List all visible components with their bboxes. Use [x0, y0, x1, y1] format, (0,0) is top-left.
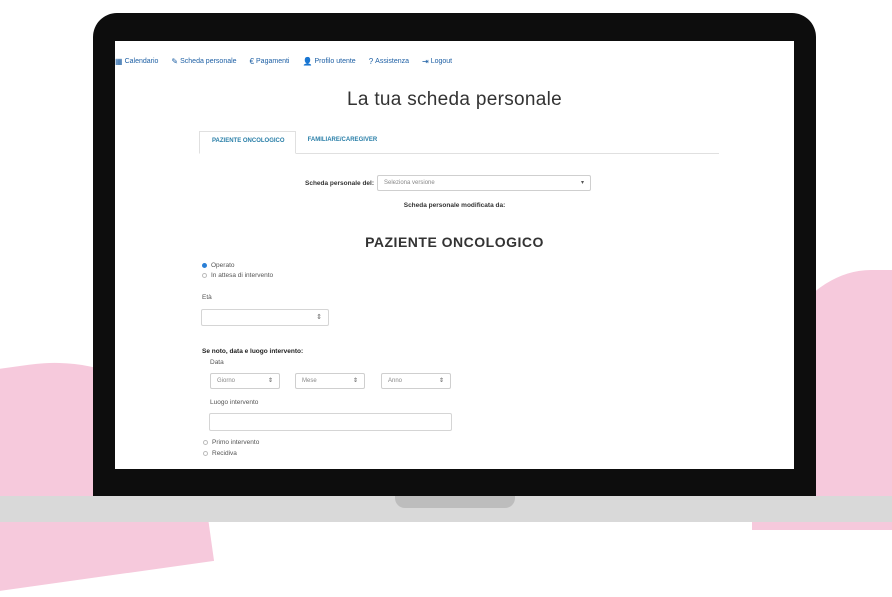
- version-label: Scheda personale del:: [305, 179, 374, 187]
- nav-item-scheda-personale[interactable]: ✎ Scheda personale: [171, 57, 236, 66]
- surgery-heading: Se noto, data e luogo intervento:: [202, 348, 304, 355]
- year-select-value: Anno: [388, 378, 403, 384]
- laptop-notch: [395, 496, 515, 508]
- stepper-icon: ⇕: [316, 314, 322, 321]
- chevron-down-icon: ▾: [580, 180, 584, 186]
- laptop-screen: ▦ Calendario ✎ Scheda personale € Pagame…: [115, 41, 794, 469]
- tab-familiare-caregiver[interactable]: FAMILIARE/CAREGIVER: [296, 131, 388, 153]
- stepper-icon: ⇕: [352, 378, 358, 384]
- stepper-icon: ⇕: [438, 378, 444, 384]
- nav-item-label: Profilo utente: [314, 58, 356, 65]
- nav-item-assistenza[interactable]: ? Assistenza: [369, 57, 409, 66]
- radio-unselected-icon: [203, 440, 208, 445]
- day-select[interactable]: Giorno ⇕: [210, 373, 280, 389]
- radio-label: Recidiva: [212, 450, 237, 457]
- radio-primo-intervento[interactable]: Primo intervento: [203, 439, 259, 446]
- question-icon: ?: [368, 57, 374, 66]
- user-icon: 👤: [302, 57, 313, 66]
- nav-item-label: Assistenza: [375, 58, 410, 65]
- radio-unselected-icon: [202, 273, 207, 278]
- radio-recidiva[interactable]: Recidiva: [203, 450, 237, 457]
- section-title: PAZIENTE ONCOLOGICO: [365, 234, 544, 250]
- month-select[interactable]: Mese ⇕: [295, 373, 365, 389]
- year-select[interactable]: Anno ⇕: [381, 373, 451, 389]
- nav-item-profilo-utente[interactable]: 👤 Profilo utente: [302, 57, 355, 66]
- nav-item-label: Scheda personale: [180, 58, 237, 65]
- calendar-icon: ▦: [115, 57, 123, 66]
- place-input[interactable]: [209, 413, 452, 431]
- tab-bar: PAZIENTE ONCOLOGICO FAMILIARE/CAREGIVER: [199, 131, 719, 154]
- date-label: Data: [210, 359, 224, 366]
- age-label: Età: [202, 294, 212, 301]
- radio-label: Primo intervento: [212, 439, 260, 446]
- radio-in-attesa[interactable]: In attesa di intervento: [202, 272, 273, 279]
- radio-label: In attesa di intervento: [211, 272, 274, 279]
- place-label: Luogo intervento: [210, 399, 259, 406]
- nav-item-pagamenti[interactable]: € Pagamenti: [250, 57, 290, 66]
- nav-item-label: Calendario: [124, 58, 159, 65]
- radio-selected-icon: [202, 263, 207, 268]
- version-select-value: Seleziona versione: [384, 180, 435, 186]
- version-select[interactable]: Seleziona versione ▾: [377, 175, 591, 191]
- month-select-value: Mese: [302, 378, 317, 384]
- logout-icon: ⇥: [422, 57, 429, 66]
- nav-item-label: Pagamenti: [256, 58, 290, 65]
- stepper-icon: ⇕: [267, 378, 273, 384]
- page-title: La tua scheda personale: [347, 89, 562, 110]
- modified-by-label: Scheda personale modificata da:: [403, 202, 506, 209]
- nav-item-logout[interactable]: ⇥ Logout: [422, 57, 452, 66]
- pencil-icon: ✎: [171, 57, 179, 66]
- tab-paziente-oncologico[interactable]: PAZIENTE ONCOLOGICO: [199, 131, 296, 154]
- day-select-value: Giorno: [217, 378, 236, 384]
- euro-icon: €: [249, 57, 255, 66]
- radio-label: Operato: [211, 262, 235, 269]
- nav-item-label: Logout: [430, 58, 453, 65]
- nav-item-calendario[interactable]: ▦ Calendario: [115, 57, 158, 66]
- radio-operato[interactable]: Operato: [202, 262, 235, 269]
- age-select[interactable]: ⇕: [201, 309, 329, 326]
- radio-unselected-icon: [203, 451, 208, 456]
- version-row: Scheda personale del: Seleziona versione…: [305, 175, 591, 191]
- top-nav: ▦ Calendario ✎ Scheda personale € Pagame…: [115, 57, 465, 66]
